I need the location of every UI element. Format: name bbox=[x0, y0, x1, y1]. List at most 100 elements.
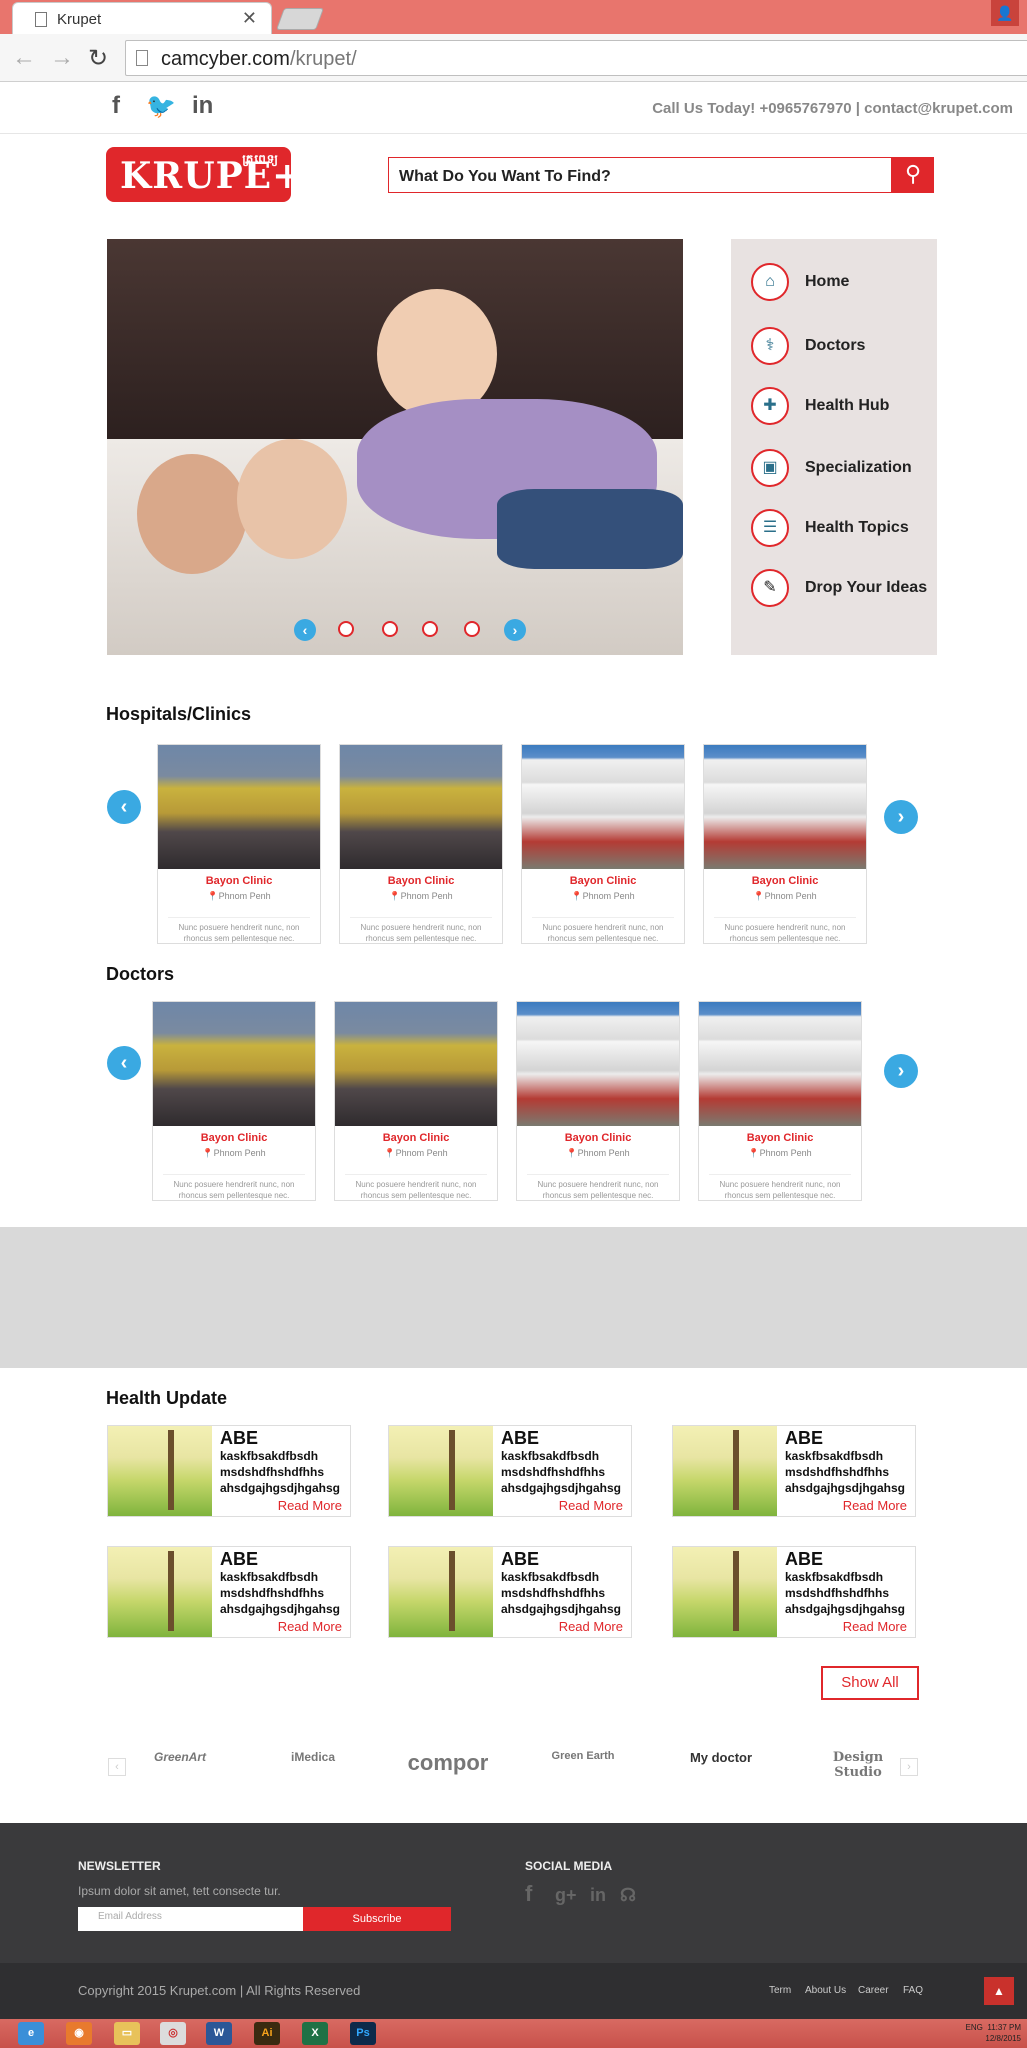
runner-image bbox=[108, 1426, 212, 1516]
health-update-card[interactable]: ABE kaskfbsakdfbsdh msdshdfhshdfhhs ahsdgaj… bbox=[388, 1546, 632, 1638]
read-more-link[interactable]: Read More bbox=[843, 1619, 907, 1634]
menu-item-doctors[interactable]: ⚕ Doctors bbox=[751, 327, 931, 369]
slider-dot[interactable] bbox=[382, 621, 398, 637]
menu-item-specialization[interactable]: ▣ Specialization bbox=[751, 449, 931, 491]
page-icon bbox=[136, 50, 148, 66]
ie-icon[interactable]: e bbox=[18, 2022, 44, 2045]
hospitals-prev-button[interactable]: ‹ bbox=[107, 790, 141, 824]
slider-dot[interactable] bbox=[464, 621, 480, 637]
facebook-icon[interactable]: f bbox=[112, 92, 120, 120]
close-tab-icon[interactable]: ✕ bbox=[242, 8, 257, 29]
site-logo[interactable]: KRUPE+ គ្រូពេទ្យ bbox=[106, 147, 302, 202]
partners-prev-button[interactable]: ‹ bbox=[108, 1758, 126, 1776]
partner-logo[interactable]: compor bbox=[398, 1750, 498, 1776]
doctor-card[interactable]: Bayon Clinic 📍Phnom Penh Nunc posuere hend… bbox=[152, 1001, 316, 1201]
site-footer: NEWSLETTER Ipsum dolor sit amet, tett co… bbox=[0, 1823, 1027, 1963]
health-update-card[interactable]: ABE kaskfbsakdfbsdh msdshdfhshdfhhs ahsdgaj… bbox=[672, 1425, 916, 1517]
chrome-icon[interactable]: ◎ bbox=[160, 2022, 186, 2045]
reload-icon[interactable]: ↻ bbox=[88, 44, 108, 73]
runner-image bbox=[673, 1547, 777, 1637]
partner-carousel: ‹ GreenArt iMedica compor Green Earth My… bbox=[108, 1742, 918, 1792]
footer-bottom: Copyright 2015 Krupet.com | All Rights R… bbox=[0, 1963, 1027, 2019]
hospital-card[interactable]: Bayon Clinic 📍Phnom Penh Nunc posuere hend… bbox=[703, 744, 867, 944]
forward-icon[interactable]: → bbox=[50, 44, 74, 72]
doctor-card[interactable]: Bayon Clinic 📍Phnom Penh Nunc posuere hend… bbox=[334, 1001, 498, 1201]
doctors-icon: ⚕ bbox=[751, 327, 789, 365]
show-all-button[interactable]: Show All bbox=[821, 1666, 919, 1700]
linkedin-icon[interactable]: in bbox=[590, 1885, 606, 1906]
hero-slider[interactable]: ‹ › bbox=[107, 239, 683, 655]
new-tab-button[interactable] bbox=[275, 8, 325, 30]
footer-link-term[interactable]: Term bbox=[769, 1985, 791, 1996]
health-hub-icon: ✚ bbox=[751, 387, 789, 425]
hospital-card[interactable]: Bayon Clinic 📍Phnom Penh Nunc posuere hend… bbox=[339, 744, 503, 944]
twitter-icon[interactable]: 🐦 bbox=[146, 92, 176, 121]
folder-icon[interactable]: ▭ bbox=[114, 2022, 140, 2045]
menu-item-health-topics[interactable]: ☰ Health Topics bbox=[751, 509, 931, 551]
section-title-health: Health Update bbox=[106, 1388, 228, 1408]
partner-logo[interactable]: GreenArt bbox=[140, 1750, 220, 1764]
footer-link-career[interactable]: Career bbox=[858, 1985, 889, 1996]
browser-tab[interactable]: Krupet ✕ bbox=[12, 2, 272, 34]
read-more-link[interactable]: Read More bbox=[278, 1619, 342, 1634]
search-icon: ⚲ bbox=[904, 161, 922, 186]
runner-image bbox=[389, 1547, 493, 1637]
footer-link-about[interactable]: About Us bbox=[805, 1985, 846, 1996]
browser-toolbar: ← → ↻ camcyber.com/krupet/ bbox=[0, 34, 1027, 82]
doctor-card[interactable]: Bayon Clinic 📍Phnom Penh Nunc posuere hend… bbox=[698, 1001, 862, 1201]
url-text: camcyber.com/krupet/ bbox=[161, 48, 357, 70]
search-input[interactable]: What Do You Want To Find? bbox=[388, 157, 892, 193]
doctor-image bbox=[517, 1002, 679, 1126]
address-bar[interactable]: camcyber.com/krupet/ bbox=[125, 40, 1027, 76]
partner-logo[interactable]: My doctor bbox=[676, 1750, 766, 1765]
firefox-icon[interactable]: ◉ bbox=[66, 2022, 92, 2045]
photoshop-icon[interactable]: Ps bbox=[350, 2022, 376, 2045]
home-icon: ⌂ bbox=[751, 263, 789, 301]
doctor-card[interactable]: Bayon Clinic 📍Phnom Penh Nunc posuere hend… bbox=[516, 1001, 680, 1201]
health-update-card[interactable]: ABE kaskfbsakdfbsdh msdshdfhshdfhhs ahsdgaj… bbox=[672, 1546, 916, 1638]
health-update-card[interactable]: ABE kaskfbsakdfbsdh msdshdfhshdfhhs ahsdgaj… bbox=[107, 1425, 351, 1517]
menu-item-health-hub[interactable]: ✚ Health Hub bbox=[751, 387, 931, 429]
doctors-next-button[interactable]: › bbox=[884, 1054, 918, 1088]
menu-item-drop-your-ideas[interactable]: ✎ Drop Your Ideas bbox=[751, 569, 931, 611]
hospital-card[interactable]: Bayon Clinic 📍Phnom Penh Nunc posuere hend… bbox=[521, 744, 685, 944]
word-icon[interactable]: W bbox=[206, 2022, 232, 2045]
partner-logo[interactable]: Green Earth bbox=[543, 1750, 623, 1762]
read-more-link[interactable]: Read More bbox=[278, 1498, 342, 1513]
google-plus-icon[interactable]: g+ bbox=[555, 1885, 577, 1906]
rss-icon[interactable]: ☊ bbox=[620, 1885, 636, 1906]
excel-icon[interactable]: X bbox=[302, 2022, 328, 2045]
read-more-link[interactable]: Read More bbox=[559, 1619, 623, 1634]
health-update-card[interactable]: ABE kaskfbsakdfbsdh msdshdfhshdfhhs ahsdgaj… bbox=[107, 1546, 351, 1638]
footer-link-faq[interactable]: FAQ bbox=[903, 1985, 923, 1996]
site-topbar: f 🐦 in Call Us Today! +0965767970 | cont… bbox=[0, 82, 1027, 134]
slider-dot[interactable] bbox=[422, 621, 438, 637]
doctors-prev-button[interactable]: ‹ bbox=[107, 1046, 141, 1080]
profile-icon[interactable]: 👤 bbox=[991, 0, 1019, 26]
copyright: Copyright 2015 Krupet.com | All Rights R… bbox=[78, 1983, 361, 1998]
email-field[interactable]: Email Address bbox=[78, 1907, 303, 1931]
hospital-card[interactable]: Bayon Clinic 📍Phnom Penh Nunc posuere hend… bbox=[157, 744, 321, 944]
partners-next-button[interactable]: › bbox=[900, 1758, 918, 1776]
subscribe-button[interactable]: Subscribe bbox=[303, 1907, 451, 1931]
search-button[interactable]: ⚲ bbox=[892, 157, 934, 193]
partner-logo[interactable]: Design Studio bbox=[808, 1750, 908, 1780]
slider-prev-button[interactable]: ‹ bbox=[294, 619, 316, 641]
doctor-image bbox=[153, 1002, 315, 1126]
health-update-card[interactable]: ABE kaskfbsakdfbsdh msdshdfhshdfhhs ahsdgaj… bbox=[388, 1425, 632, 1517]
slider-next-button[interactable]: › bbox=[504, 619, 526, 641]
social-media-title: SOCIAL MEDIA bbox=[525, 1859, 613, 1873]
menu-item-home[interactable]: ⌂ Home bbox=[751, 263, 931, 305]
linkedin-icon[interactable]: in bbox=[192, 92, 213, 120]
side-menu: ⌂ Home ⚕ Doctors ✚ Health Hub ▣ Specializati… bbox=[731, 239, 937, 655]
read-more-link[interactable]: Read More bbox=[559, 1498, 623, 1513]
facebook-icon[interactable]: f bbox=[525, 1881, 532, 1907]
back-icon[interactable]: ← bbox=[12, 44, 36, 72]
back-to-top-button[interactable]: ▲ bbox=[984, 1977, 1014, 2005]
ad-banner bbox=[0, 1227, 1027, 1368]
partner-logo[interactable]: iMedica bbox=[273, 1750, 353, 1764]
hospitals-next-button[interactable]: › bbox=[884, 800, 918, 834]
read-more-link[interactable]: Read More bbox=[843, 1498, 907, 1513]
slider-dot[interactable] bbox=[338, 621, 354, 637]
illustrator-icon[interactable]: Ai bbox=[254, 2022, 280, 2045]
